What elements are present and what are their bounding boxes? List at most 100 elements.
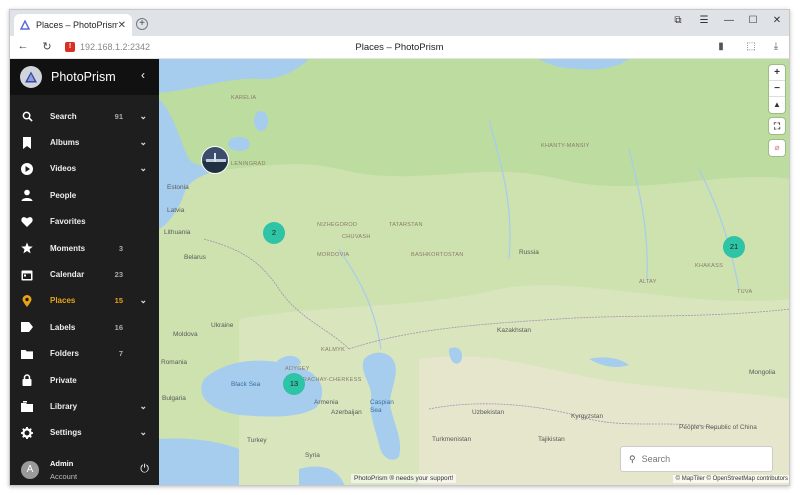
brand-name: PhotoPrism [51,70,116,84]
map-label-lithuania: Lithuania [164,229,191,236]
address-bar: ← ↻ ! 192.168.1.2:2342 Places – PhotoPri… [10,36,789,59]
map-search-box[interactable]: ⚲ Search [620,446,773,472]
support-banner[interactable]: PhotoPrism ® needs your support! [351,474,457,483]
chevron-down-icon[interactable]: ⌄ [139,163,147,174]
photo-marker[interactable] [201,146,229,174]
map-label-tuva: TUVA [737,289,753,295]
map-label-turkey: Turkey [247,437,267,444]
close-tab-icon[interactable]: ✕ [118,20,126,31]
logout-icon[interactable]: ⏻ [140,463,149,476]
avatar[interactable]: A [21,461,39,479]
sidebar-item-private[interactable]: Private [10,367,159,393]
sidebar-item-search[interactable]: Search 91 ⌄ [10,103,159,129]
play-icon [21,162,33,175]
library-icon [21,400,33,412]
page-title: Places – PhotoPrism [355,42,444,53]
map-attribution[interactable]: © MapTiler © OpenStreetMap contributors [672,475,789,483]
user-account[interactable]: A Admin Account ⏻ [10,455,159,485]
chevron-down-icon[interactable]: ⌄ [139,111,147,122]
map-label-kyrgyzstan: Kyrgyzstan [571,413,604,420]
sidebar-item-library[interactable]: Library ⌄ [10,393,159,419]
calendar-icon [21,269,33,281]
sidebar-item-count: 91 [114,111,123,121]
fullscreen-control: ⛶ [769,118,785,134]
wallet-icon[interactable]: ⬚ [744,41,758,52]
map-label-khanty-mansiy: KHANTY-MANSIY [541,143,590,149]
sidebar-item-label: Labels [50,322,76,332]
folder-icon [21,348,33,360]
new-tab-button[interactable]: + [136,18,148,30]
sidebar-item-favorites[interactable]: Favorites [10,209,159,235]
sidebar-item-count: 3 [118,243,123,253]
map-label-romania: Romania [161,359,188,366]
compass-button[interactable]: ▲ [769,97,785,113]
map-label-leningrad: LENINGRAD [231,161,266,167]
sidebar-item-count: 16 [114,322,123,332]
download-icon[interactable]: ⤓ [769,41,783,52]
geolocate-icon[interactable]: ⌀ [769,140,785,156]
chevron-down-icon[interactable]: ⌄ [139,401,147,412]
sidebar-item-albums[interactable]: Albums ⌄ [10,129,159,155]
map-background[interactable] [159,59,790,486]
map-label-black-sea: Black Sea [231,381,261,388]
map-label-azerbaijan: Azerbaijan [331,409,362,416]
close-window-icon[interactable]: ✕ [769,15,785,26]
sidebar-item-count: 23 [114,270,123,280]
photoprism-favicon-icon [20,20,30,30]
sidebar-item-labels[interactable]: Labels 16 [10,314,159,340]
map-search-input[interactable]: Search [642,454,671,464]
menu-icon[interactable]: ☰ [696,15,712,26]
cluster-marker[interactable]: 2 [263,222,285,244]
zoom-in-button[interactable]: + [769,65,785,81]
cluster-marker[interactable]: 21 [723,236,745,258]
chevron-down-icon[interactable]: ⌄ [139,295,147,306]
map-label-tajikistan: Tajikistan [538,436,565,443]
sidebar-item-label: People [50,190,77,200]
bookmark-page-icon[interactable]: ▮ [714,41,728,52]
sidebar-item-videos[interactable]: Videos ⌄ [10,156,159,182]
sidebar-item-folders[interactable]: Folders 7 [10,341,159,367]
map-label-chuvash: CHUVASH [342,234,371,240]
map-label-belarus: Belarus [184,254,207,261]
zoom-controls: + − ▲ [769,65,785,113]
maximize-icon[interactable]: ☐ [745,15,761,26]
tab-actions-icon[interactable]: ⧉ [670,15,686,26]
fullscreen-icon[interactable]: ⛶ [769,118,785,134]
map-label-mongolia: Mongolia [749,369,776,376]
search-icon [21,110,33,122]
map-label-uzbekistan: Uzbekistan [472,409,505,416]
map-label-altay: ALTAY [639,279,657,285]
map-label-mordovia: MORDOVIA [317,252,350,258]
zoom-out-button[interactable]: − [769,81,785,97]
map-label-china: People's Republic of China [679,424,757,431]
map-label-adygey: ADYGEY [285,366,310,372]
cluster-marker[interactable]: 13 [283,373,305,395]
browser-tab[interactable]: Places – PhotoPrism ✕ [14,14,132,36]
map-label-tatarstan: TATARSTAN [389,222,423,228]
person-icon [21,189,33,202]
map-label-russia: Russia [519,249,539,256]
map-label-kalmyk: KALMYK [321,347,346,353]
collapse-sidebar-icon[interactable]: ‹ [141,68,145,82]
tab-title: Places – PhotoPrism [36,20,118,30]
nav-menu: Search 91 ⌄ Albums ⌄ Videos ⌄ People Favorites Mo… [10,103,159,446]
sidebar-item-count: 7 [118,349,123,359]
sidebar-item-places[interactable]: Places 15 ⌄ [10,288,159,314]
sidebar-item-moments[interactable]: Moments 3 [10,235,159,261]
sidebar-item-count: 15 [114,296,123,306]
map-label-armenia: Armenia [314,399,339,406]
photoprism-logo-icon[interactable] [20,66,42,88]
sidebar-item-settings[interactable]: Settings ⌄ [10,420,159,446]
user-role: Account [50,472,78,481]
gear-icon [21,426,33,439]
map-label-bashkortostan: BASHKORTOSTAN [411,252,464,258]
minimize-icon[interactable]: — [721,15,737,26]
chevron-down-icon[interactable]: ⌄ [139,137,147,148]
sidebar-item-label: Folders [50,349,79,359]
sidebar-item-calendar[interactable]: Calendar 23 [10,261,159,287]
map-label-ukraine: Ukraine [211,322,234,329]
places-map[interactable]: KARELIA LENINGRAD Estonia Latvia Lithuan… [159,59,790,486]
chevron-down-icon[interactable]: ⌄ [139,427,147,438]
sidebar-item-people[interactable]: People [10,182,159,208]
map-label-syria: Syria [305,452,320,459]
